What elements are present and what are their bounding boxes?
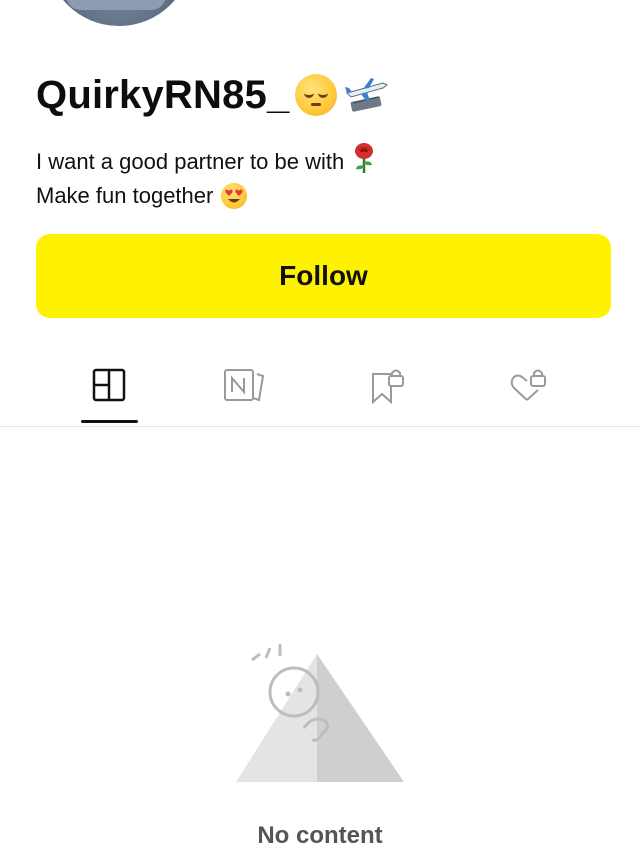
profile-bio: I want a good partner to be with Make fu… — [36, 142, 376, 210]
bio-line-1: I want a good partner to be with — [36, 149, 345, 174]
locked-heart-icon — [510, 369, 546, 401]
rose-emoji — [352, 142, 376, 181]
tab-posts[interactable] — [64, 352, 154, 424]
grid-icon — [92, 368, 126, 402]
tab-saved[interactable] — [344, 352, 434, 424]
locked-bookmark-icon — [372, 369, 404, 404]
profile-username-row: QuirkyRN85_ — [36, 70, 389, 120]
follow-button[interactable]: Follow — [36, 234, 611, 318]
profile-username: QuirkyRN85_ — [36, 72, 290, 117]
empty-state-text: No content — [257, 822, 383, 849]
bio-line-2: Make fun together — [36, 183, 214, 208]
tab-liked[interactable] — [484, 352, 574, 424]
avatar[interactable] — [46, 0, 192, 26]
heart-eyes-emoji — [221, 182, 248, 209]
airplane-emoji — [343, 75, 389, 115]
notes-icon — [224, 369, 265, 402]
active-tab-indicator — [81, 420, 138, 423]
empty-triangle-face-icon — [236, 644, 404, 782]
profile-tabs — [0, 352, 640, 427]
avatar-image — [66, 0, 166, 10]
pensive-face-emoji — [295, 74, 338, 116]
tab-notes[interactable] — [200, 352, 290, 424]
